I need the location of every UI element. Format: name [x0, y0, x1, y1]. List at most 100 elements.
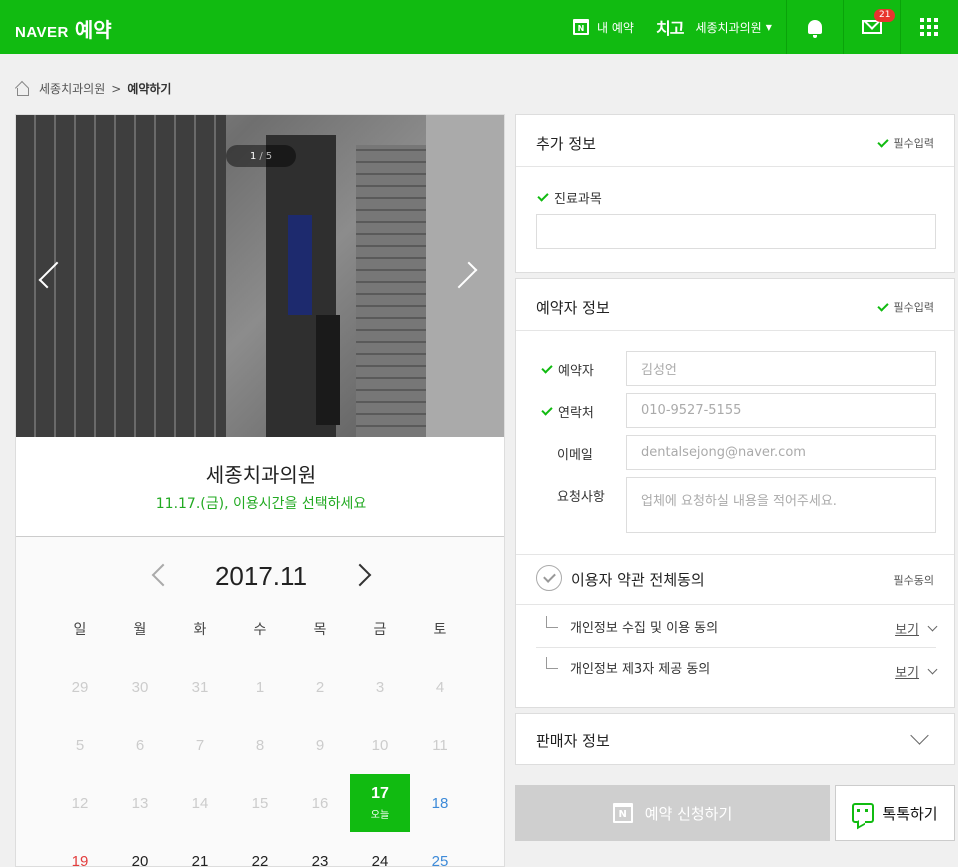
- calendar-weekdays: 일 월 화 수 목 금 토: [50, 619, 470, 639]
- required-indicator: 필수입력: [876, 135, 934, 151]
- weekday-label: 수: [253, 622, 267, 638]
- phone-input[interactable]: 010-9527-5155: [626, 393, 936, 428]
- calendar-day[interactable]: 21: [170, 832, 230, 867]
- calendar-day-today[interactable]: 17 오늘: [350, 774, 410, 832]
- user-menu[interactable]: 치고 세종치과의원 ▼: [656, 0, 772, 54]
- photo-current-index: 1: [249, 150, 257, 162]
- weekday-label: 목: [313, 622, 327, 638]
- calendar-day[interactable]: 24: [350, 832, 410, 867]
- calendar-day: 5: [75, 736, 85, 754]
- calendar-day: 2: [315, 678, 325, 696]
- terms-view-label: 보기: [895, 666, 919, 681]
- check-icon: [876, 299, 889, 312]
- required-label: 필수입력: [893, 301, 934, 314]
- weekday-label: 일: [73, 622, 87, 638]
- notification-button[interactable]: [787, 0, 843, 54]
- terms-view-link[interactable]: 보기: [895, 662, 938, 681]
- booker-info-title: 예약자 정보: [536, 299, 610, 317]
- department-label: 진료과목: [537, 188, 602, 207]
- photo-prev-button[interactable]: [34, 255, 66, 295]
- naver-booking-logo[interactable]: NAVER 예약: [15, 14, 112, 43]
- calendar-day[interactable]: 23: [290, 832, 350, 867]
- calendar-day[interactable]: 22: [230, 832, 290, 867]
- photo-counter-separator: /: [259, 150, 263, 162]
- bell-icon: [808, 20, 822, 38]
- calendar-day[interactable]: 20: [110, 832, 170, 867]
- email-input[interactable]: dentalsejong@naver.com: [626, 435, 936, 470]
- check-icon: [876, 135, 889, 148]
- today-date: 17: [371, 785, 389, 802]
- calendar-day[interactable]: 25: [410, 832, 470, 867]
- agree-all-row[interactable]: 이용자 약관 전체동의 필수동의: [516, 555, 954, 603]
- calendar-day: 13: [131, 794, 149, 812]
- chat-bubble-icon: [852, 803, 875, 823]
- check-icon: [541, 404, 553, 416]
- calendar-week: 29 30 31 1 2 3 4: [50, 658, 470, 716]
- mail-button[interactable]: 21: [844, 0, 900, 54]
- booker-name-input[interactable]: 김성언: [626, 351, 936, 386]
- calendar-week: 5 6 7 8 9 10 11: [50, 716, 470, 774]
- calendar-next-button[interactable]: [348, 563, 374, 589]
- terms-item: 개인정보 수집 및 이용 동의: [546, 606, 941, 646]
- user-label: 세종치과의원: [695, 20, 762, 35]
- talktalk-button[interactable]: 톡톡하기: [835, 785, 955, 841]
- seller-info-panel[interactable]: 판매자 정보: [515, 713, 955, 765]
- calendar-day: 11: [432, 736, 448, 754]
- shop-name: 세종치과의원: [205, 463, 317, 487]
- talktalk-label: 톡톡하기: [882, 804, 938, 823]
- breadcrumb-parent[interactable]: 세종치과의원: [39, 80, 105, 97]
- calendar-day: 12: [71, 794, 89, 812]
- check-circle-icon[interactable]: [536, 565, 562, 591]
- calendar-n-icon: N: [573, 19, 589, 35]
- divider: [516, 330, 954, 331]
- request-label: 요청사항: [557, 490, 605, 505]
- calendar-day: 30: [131, 678, 149, 696]
- my-booking-link[interactable]: N 내 예약: [573, 0, 634, 54]
- photo-next-button[interactable]: [450, 255, 482, 295]
- calendar-week: 19 20 21 22 23 24 25: [50, 832, 470, 867]
- shop-photo: 1 / 5: [16, 115, 504, 437]
- required-label: 필수입력: [893, 137, 934, 150]
- email-label: 이메일: [557, 448, 593, 463]
- book-submit-button[interactable]: N 예약 신청하기: [515, 785, 830, 841]
- chevron-right-icon: [348, 563, 372, 587]
- calendar-day[interactable]: 18: [410, 774, 470, 832]
- booker-info-panel: 예약자 정보 필수입력 예약자 김성언 연락처 010-9527-5155 이메…: [515, 278, 955, 708]
- department-input[interactable]: [536, 214, 936, 249]
- calendar-day: 31: [191, 678, 209, 696]
- terms-view-link[interactable]: 보기: [895, 619, 938, 638]
- terms-item: 개인정보 제3자 제공 동의: [546, 647, 941, 687]
- calendar-day: 8: [255, 736, 265, 754]
- calendar-week: 12 13 14 15 16 17 오늘 18: [50, 774, 470, 832]
- agree-all-label: 이용자 약관 전체동의: [571, 571, 705, 589]
- weekday-label: 금: [373, 622, 387, 638]
- seller-info-title: 판매자 정보: [536, 732, 610, 750]
- request-textarea[interactable]: 업체에 요청하실 내용을 적어주세요.: [626, 477, 936, 533]
- phone-label: 연락처: [541, 402, 594, 421]
- caret-down-icon: ▼: [765, 22, 772, 32]
- terms-view-label: 보기: [895, 623, 919, 638]
- phone-label-text: 연락처: [558, 406, 594, 421]
- mail-count-badge: 21: [874, 9, 896, 22]
- weekday-label: 월: [133, 622, 147, 638]
- apps-button[interactable]: [901, 0, 957, 54]
- book-submit-label: 예약 신청하기: [644, 804, 733, 823]
- photo-total: 5: [265, 150, 273, 162]
- home-icon[interactable]: [15, 83, 29, 96]
- booker-name-label: 예약자: [541, 360, 594, 379]
- calendar-day: 1: [255, 678, 265, 696]
- chevron-down-icon: [927, 664, 938, 675]
- top-header: NAVER 예약 N 내 예약 치고 세종치과의원 ▼ 21: [0, 0, 958, 54]
- chigo-label: 치고: [656, 19, 684, 38]
- logo-brand: NAVER: [15, 24, 69, 41]
- terms-item-label: 개인정보 수집 및 이용 동의: [570, 620, 719, 636]
- breadcrumb-separator: >: [111, 81, 122, 96]
- chevron-down-icon: [910, 726, 929, 745]
- calendar-day[interactable]: 19: [50, 832, 110, 867]
- chevron-down-icon: [927, 621, 938, 632]
- breadcrumb: 세종치과의원 > 예약하기: [15, 80, 171, 97]
- calendar-day: 16: [311, 794, 329, 812]
- extra-info-panel: 추가 정보 필수입력 진료과목: [515, 114, 955, 273]
- calendar-day: 3: [375, 678, 385, 696]
- department-label-text: 진료과목: [554, 192, 602, 207]
